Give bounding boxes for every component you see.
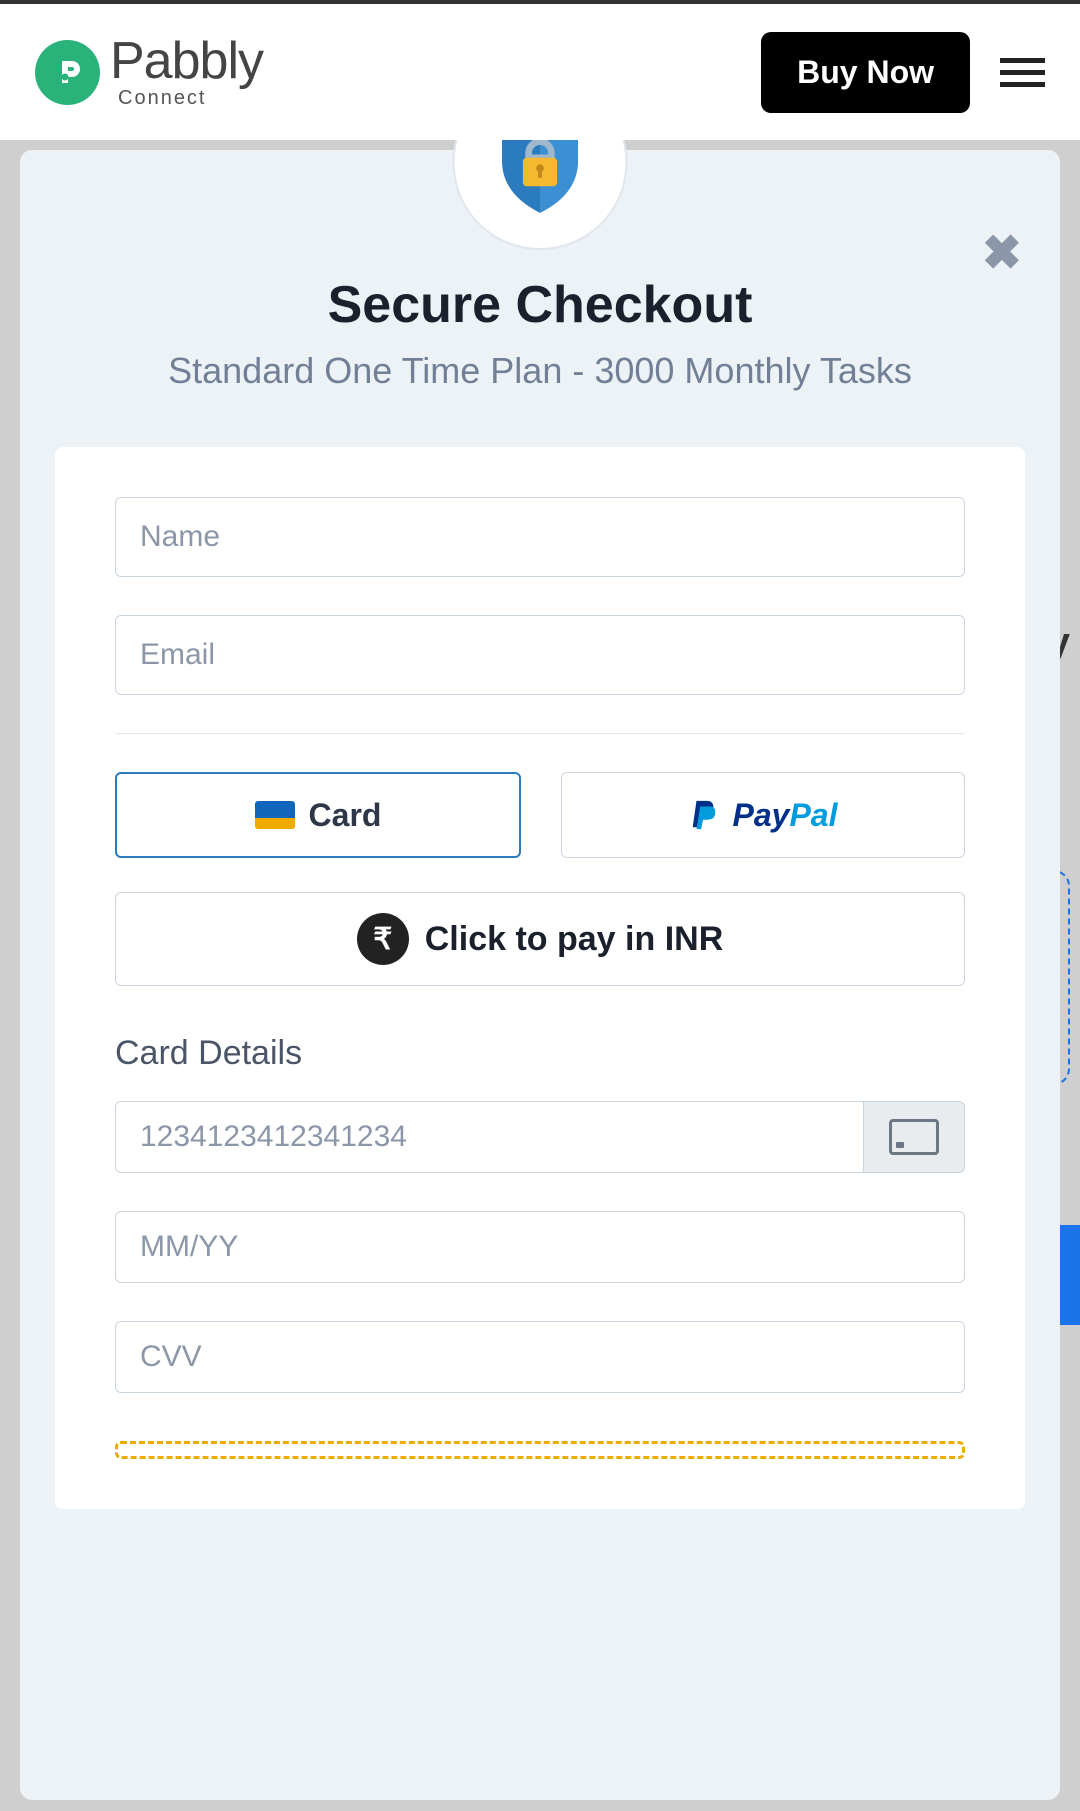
header: Pabbly Connect Buy Now — [0, 0, 1080, 140]
card-label: Card — [309, 797, 382, 834]
email-input[interactable] — [115, 615, 965, 695]
checkout-form: Card PayPal ₹ Click to pay in INR Card D… — [55, 447, 1025, 1509]
card-type-indicator — [863, 1101, 965, 1173]
hamburger-menu-icon[interactable] — [1000, 58, 1045, 87]
logo-main-text: Pabbly — [110, 35, 263, 87]
form-divider — [115, 733, 965, 734]
pay-in-inr-button[interactable]: ₹ Click to pay in INR — [115, 892, 965, 986]
name-input[interactable] — [115, 497, 965, 577]
buy-now-button[interactable]: Buy Now — [761, 32, 970, 113]
header-right: Buy Now — [761, 32, 1045, 113]
card-number-input[interactable] — [115, 1101, 863, 1173]
card-outline-icon — [889, 1119, 939, 1155]
logo-text: Pabbly Connect — [110, 35, 263, 110]
paypal-label: PayPal — [733, 797, 838, 834]
coupon-box-partial[interactable] — [115, 1441, 965, 1459]
modal-title: Secure Checkout — [20, 275, 1060, 335]
paypal-icon — [689, 799, 719, 831]
card-number-field-wrap — [115, 1101, 965, 1173]
card-details-label: Card Details — [115, 1034, 965, 1073]
rupee-icon: ₹ — [357, 913, 409, 965]
logo-sub-text: Connect — [118, 87, 263, 110]
credit-card-icon — [255, 801, 295, 829]
cvv-input[interactable] — [115, 1321, 965, 1393]
close-icon[interactable]: ✖ — [982, 225, 1022, 281]
checkout-modal: ✖ Secure Checkout Standard One Time Plan… — [20, 150, 1060, 1800]
expiry-input[interactable] — [115, 1211, 965, 1283]
payment-method-card[interactable]: Card — [115, 772, 521, 858]
inr-button-label: Click to pay in INR — [425, 920, 724, 959]
payment-method-selector: Card PayPal — [115, 772, 965, 858]
modal-subtitle: Standard One Time Plan - 3000 Monthly Ta… — [20, 350, 1060, 392]
payment-method-paypal[interactable]: PayPal — [561, 772, 965, 858]
pabbly-logo-icon — [35, 40, 100, 105]
logo[interactable]: Pabbly Connect — [35, 35, 263, 110]
